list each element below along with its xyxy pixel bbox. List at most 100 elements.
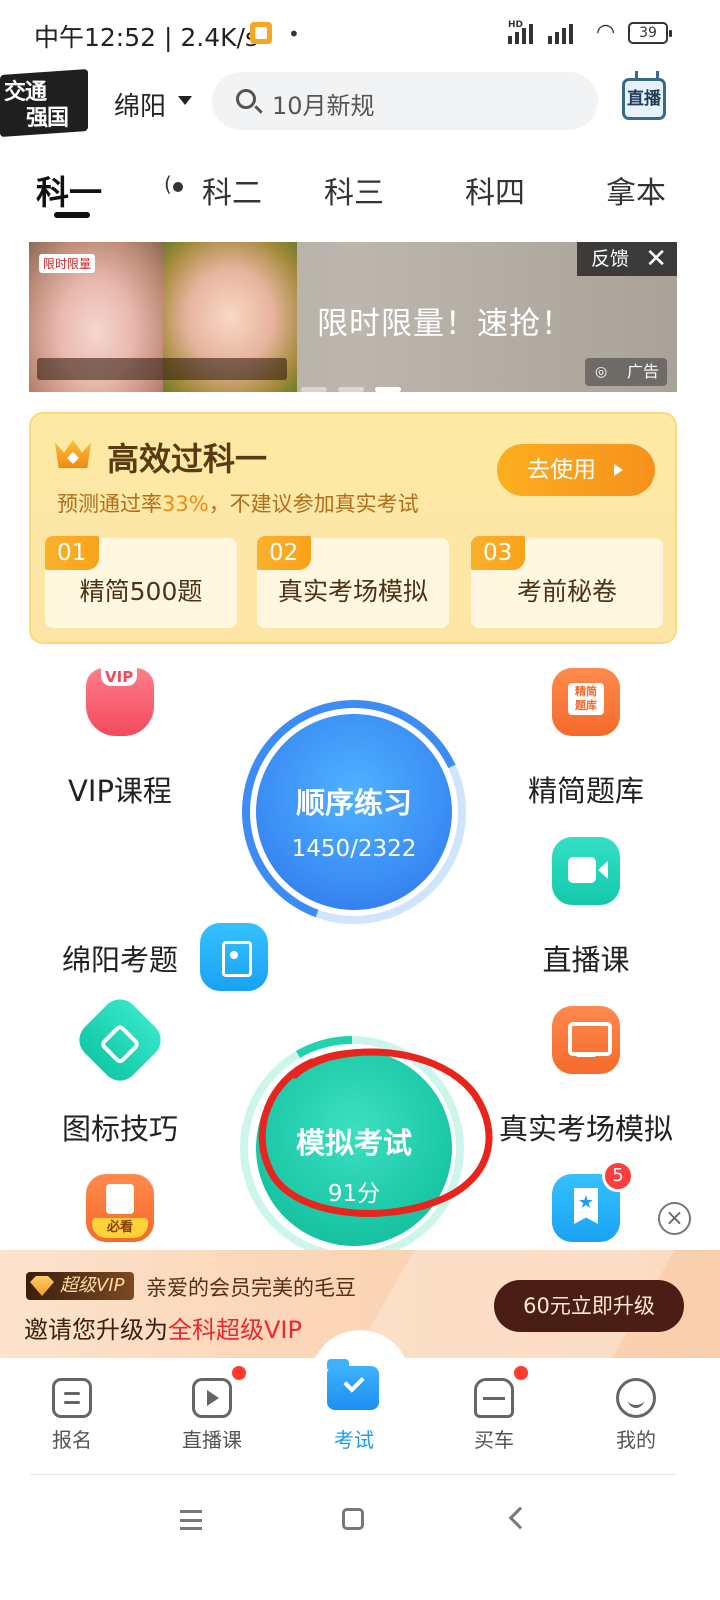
status-bar: 中午12:52 | 2.4K/s • HD ◠ 39 (0, 0, 720, 64)
close-icon[interactable]: ✕ (645, 242, 667, 276)
nav-item-signup[interactable]: 报名 (0, 1358, 144, 1453)
system-nav-bar (0, 1476, 720, 1600)
pass-rate-value: 33% (162, 492, 209, 516)
invite-text: 邀请您升级为全科超级VIP (24, 1316, 302, 1344)
video-camera-icon (552, 837, 620, 905)
battery-icon: 39 (628, 22, 672, 44)
favorites-button[interactable] (486, 1174, 686, 1242)
menu-icon[interactable] (180, 1510, 202, 1530)
invite-highlight: 全科超级VIP (168, 1316, 302, 1344)
road-sign-icon (71, 991, 169, 1089)
home-icon[interactable] (342, 1508, 364, 1530)
sign-tips-label: 图标技巧 (61, 1112, 178, 1146)
vip-course-button[interactable]: VIP课程 (20, 668, 220, 810)
tab-subject-2[interactable]: 科二 (202, 168, 262, 212)
profile-icon (616, 1378, 656, 1418)
city-questions-label: 绵阳考题 (61, 943, 178, 977)
real-exam-sim-label: 真实考场模拟 (498, 1112, 673, 1146)
question-bank-icon (552, 668, 620, 736)
nav-item-me[interactable]: 我的 (564, 1358, 708, 1453)
notification-icon (250, 22, 272, 44)
back-icon[interactable] (508, 1506, 532, 1530)
signal-icon (508, 22, 542, 44)
city-selector[interactable]: 绵阳 (114, 86, 166, 123)
must-see-icon (86, 1174, 154, 1242)
ad-image-caption (37, 358, 287, 380)
step-card-1[interactable]: 01 精简500题 (45, 536, 237, 628)
step-label: 考前秘卷 (516, 577, 617, 606)
step-label: 精简500题 (79, 577, 203, 606)
sequence-practice-button[interactable]: 顺序练习 1450/2322 (256, 714, 452, 910)
step-number: 01 (45, 536, 99, 570)
step-card-3[interactable]: 03 考前秘卷 (471, 536, 663, 628)
mock-exam-button[interactable]: 模拟考试 91分 (256, 1050, 452, 1246)
nav-label: 报名 (52, 1428, 92, 1452)
live-red-dot (232, 1366, 246, 1380)
tab-get-license[interactable]: 拿本 (606, 168, 666, 212)
signup-icon (52, 1378, 92, 1418)
use-now-button[interactable]: 去使用 (497, 444, 655, 496)
buy-car-red-dot (514, 1366, 528, 1380)
city-questions-button[interactable]: 绵阳考题 (20, 837, 268, 991)
sequence-practice-label: 顺序练习 (295, 786, 412, 820)
must-see-button[interactable] (20, 1174, 220, 1242)
wifi-icon: ◠ (596, 20, 616, 45)
status-dot: • (288, 22, 300, 46)
step-label: 真实考场模拟 (277, 577, 428, 606)
upgrade-button[interactable]: 60元立即升级 (494, 1280, 684, 1332)
live-tv-button[interactable]: 直播 (622, 78, 666, 120)
app-logo[interactable]: 交通 强国 (0, 68, 92, 138)
efficiency-title: 高效过科一 (107, 440, 268, 478)
search-icon (236, 89, 256, 109)
nav-label: 考试 (334, 1428, 374, 1452)
step-card-2[interactable]: 02 真实考场模拟 (257, 536, 449, 628)
question-bank-button[interactable]: 精简 题库 (486, 668, 686, 810)
vip-icon (86, 668, 154, 736)
live-tv-icon (192, 1378, 232, 1418)
chevron-down-icon[interactable] (178, 96, 192, 105)
sequence-progress-text: 1450/2322 (291, 836, 417, 862)
ad-image-brand: 限时限量 (39, 254, 96, 273)
tab-subject-4[interactable]: 科四 (465, 168, 525, 212)
car-icon (474, 1378, 514, 1418)
vip-course-label: VIP课程 (68, 774, 172, 808)
nav-label: 买车 (474, 1428, 514, 1452)
live-course-label: 直播课 (542, 943, 630, 977)
mock-exam-label: 模拟考试 (295, 1126, 412, 1160)
exam-folder-icon[interactable] (327, 1359, 379, 1410)
ad-feedback-button[interactable]: 反馈 ✕ (577, 242, 677, 276)
nav-item-live[interactable]: 直播课 (140, 1358, 284, 1453)
search-input[interactable]: 10月新规 (212, 72, 598, 130)
tab-subject-1[interactable]: 科一 (36, 166, 102, 214)
status-time: 中午12:52 | 2.4K/s (34, 23, 258, 52)
ad-banner[interactable]: 限时限量 限时限量！速抢！ 反馈 ✕ 广告 (29, 242, 677, 392)
map-pin-icon (200, 923, 268, 991)
step-number: 02 (257, 536, 311, 570)
tab-subject-3[interactable]: 科三 (324, 168, 384, 212)
monitor-icon (552, 1006, 620, 1074)
close-float-icon[interactable]: × (658, 1202, 691, 1235)
crown-icon (55, 436, 91, 468)
sign-tips-button[interactable]: 图标技巧 (20, 991, 220, 1148)
live-indicator-icon (164, 172, 186, 196)
super-vip-tag: 超级VIP (26, 1272, 134, 1300)
step-number: 03 (471, 536, 525, 570)
ad-label: 广告 (585, 358, 667, 386)
search-placeholder: 10月新规 (272, 92, 375, 120)
nav-label: 我的 (616, 1428, 656, 1452)
efficiency-card[interactable]: 高效过科一 预测通过率33%，不建议参加真实考试 去使用 01 精简500题 0… (29, 412, 677, 644)
nav-item-buy-car[interactable]: 买车 (422, 1358, 566, 1453)
nav-divider (30, 1474, 676, 1475)
real-exam-sim-button[interactable]: 真实考场模拟 (486, 1006, 686, 1148)
pass-rate-text: 预测通过率33%，不建议参加真实考试 (57, 492, 419, 516)
logo-text-2: 强国 (26, 106, 69, 131)
mock-exam-score: 91分 (327, 1181, 381, 1207)
question-bank-label: 精简题库 (527, 774, 644, 808)
ad-slogan: 限时限量！速抢！ (317, 306, 573, 342)
notification-badge: 5 (602, 1160, 634, 1192)
signal-icon-2 (548, 22, 582, 44)
nav-label: 直播课 (182, 1428, 242, 1452)
carousel-indicator (301, 377, 412, 392)
live-course-button[interactable]: 直播课 (486, 837, 686, 979)
tab-active-indicator (54, 212, 90, 218)
